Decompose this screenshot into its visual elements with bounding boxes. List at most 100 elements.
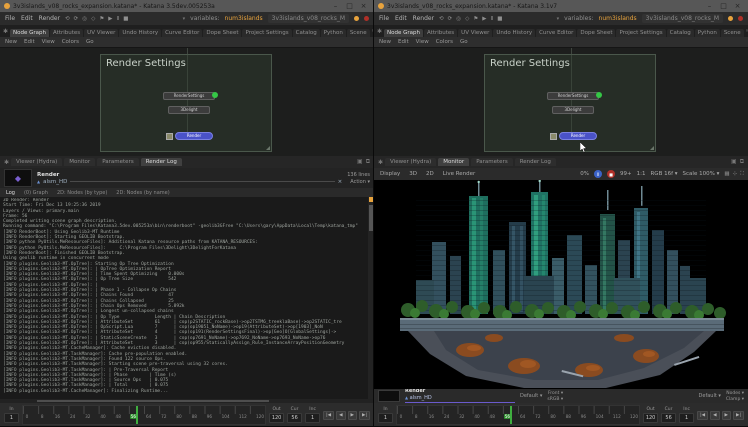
- variables-value[interactable]: num3islands: [599, 15, 637, 22]
- nodegraph-menu-item[interactable]: View: [42, 39, 55, 45]
- tab[interactable]: Node Graph: [384, 29, 423, 37]
- menu-item[interactable]: Render: [413, 15, 434, 22]
- in-frame-field[interactable]: 1: [378, 413, 393, 423]
- nodes-dropdown[interactable]: Nodes ▾: [726, 391, 744, 396]
- tab[interactable]: Project Settings: [616, 29, 665, 37]
- node-render-flag-icon[interactable]: [550, 133, 557, 140]
- close-button[interactable]: ×: [731, 1, 744, 12]
- toggle-3d-button[interactable]: 3D: [407, 171, 419, 177]
- node-3delight[interactable]: 3Delight: [552, 106, 594, 114]
- tab[interactable]: Attributes: [424, 29, 457, 37]
- frame-ruler[interactable]: 081624324048566472808896104112120: [22, 405, 266, 425]
- toolbar-icon[interactable]: ▶: [482, 16, 486, 22]
- display-dropdown[interactable]: Display: [378, 171, 402, 177]
- transport-button[interactable]: ▶|: [359, 411, 370, 420]
- file-tab[interactable]: 3v3islands_v08_rocks_M: [642, 14, 723, 23]
- toolbar-icon[interactable]: ▶: [108, 16, 112, 22]
- tab[interactable]: Project Settings: [242, 29, 291, 37]
- front-buffer-dropdown[interactable]: Front ▾: [547, 391, 563, 396]
- default-dropdown[interactable]: Default ▾: [520, 393, 542, 399]
- render-log-subtab[interactable]: 2D: Nodes (by type): [57, 190, 107, 196]
- minimize-button[interactable]: –: [329, 1, 342, 12]
- transport-button[interactable]: ◀: [336, 411, 345, 420]
- transport-button[interactable]: ▶: [348, 411, 357, 420]
- toolbar-icon[interactable]: ⟲: [439, 16, 444, 22]
- pane-options-icon[interactable]: ✱: [378, 159, 383, 166]
- menu-item[interactable]: File: [379, 15, 389, 22]
- pane-options-icon[interactable]: ✱: [4, 159, 9, 166]
- pause-render-icon[interactable]: Ⅱ: [594, 170, 602, 178]
- pin-pane-icon[interactable]: ▣: [357, 158, 363, 166]
- tab[interactable]: Undo History: [119, 29, 161, 37]
- nodegraph-menu-item[interactable]: Colors: [436, 39, 453, 45]
- pane-tab[interactable]: Render Log: [515, 158, 556, 166]
- nodegraph-menu-item[interactable]: Go: [86, 39, 94, 45]
- toolbar-icon[interactable]: ◎: [456, 16, 461, 22]
- toolbar-icon[interactable]: ⟲: [65, 16, 70, 22]
- increment-field[interactable]: 1: [679, 413, 694, 423]
- nodegraph-menu-item[interactable]: New: [379, 39, 391, 45]
- render-log-subtab[interactable]: Log: [6, 190, 15, 196]
- tab[interactable]: Catalog: [667, 29, 694, 37]
- viewed-node-indicator-icon[interactable]: [212, 92, 218, 98]
- render-pass-name[interactable]: alsm_HD: [43, 179, 67, 185]
- tab[interactable]: Node Graph: [10, 29, 49, 37]
- maximize-button[interactable]: □: [343, 1, 356, 12]
- compare-icon[interactable]: ▦: [724, 171, 729, 178]
- tab[interactable]: Curve Editor: [536, 29, 576, 37]
- tab[interactable]: Python: [695, 29, 720, 37]
- toolbar-icon[interactable]: ⚑: [99, 16, 104, 22]
- render-thumbnail[interactable]: ◆: [4, 169, 32, 187]
- nodegraph-canvas[interactable]: Render Settings RenderSettings 3Delight …: [374, 47, 748, 156]
- monitor-viewport[interactable]: [374, 180, 748, 389]
- node-render-flag-icon[interactable]: [166, 133, 173, 140]
- tab[interactable]: Curve Editor: [162, 29, 202, 37]
- transport-button[interactable]: ▶: [722, 411, 731, 420]
- nodegraph-menu-item[interactable]: New: [5, 39, 17, 45]
- live-render-button[interactable]: Live Render: [441, 171, 478, 177]
- variables-caret-icon[interactable]: ▾: [183, 16, 186, 22]
- nodegraph-canvas[interactable]: Render Settings RenderSettings 3Delight …: [0, 47, 374, 156]
- transport-button[interactable]: |◀: [323, 411, 334, 420]
- in-frame-field[interactable]: 1: [4, 413, 19, 423]
- current-frame-field[interactable]: 56: [661, 413, 676, 423]
- nodegraph-menu-item[interactable]: View: [416, 39, 429, 45]
- pane-tab[interactable]: Monitor: [438, 158, 469, 166]
- menu-item[interactable]: File: [5, 15, 15, 22]
- nodegraph-menu-item[interactable]: Go: [460, 39, 468, 45]
- menu-item[interactable]: Edit: [395, 15, 407, 22]
- action-dropdown[interactable]: Action ▾: [350, 179, 370, 185]
- scrollbar-thumb[interactable]: [369, 205, 373, 231]
- clamp-dropdown[interactable]: Clamp ▾: [726, 397, 744, 402]
- tab[interactable]: Scene: [347, 29, 370, 37]
- transport-button[interactable]: ▶|: [733, 411, 744, 420]
- file-tab[interactable]: 3v3islands_v08_rocks_M: [268, 14, 349, 23]
- toolbar-icon[interactable]: ◎: [82, 16, 87, 22]
- toolbar-icon[interactable]: ◇: [465, 16, 469, 22]
- playhead[interactable]: [136, 406, 138, 424]
- titlebar[interactable]: 3v3islands_v08_rocks_expansion.katana* -…: [0, 0, 374, 12]
- toolbar-icon[interactable]: ■: [123, 16, 128, 22]
- pane-tab[interactable]: Render Log: [141, 158, 182, 166]
- viewed-node-indicator-icon[interactable]: [596, 92, 602, 98]
- toolbar-icon[interactable]: ⚑: [473, 16, 478, 22]
- pane-tab[interactable]: Viewer (Hydra): [385, 158, 436, 166]
- toolbar-icon[interactable]: Ⅱ: [116, 16, 119, 22]
- maximize-button[interactable]: □: [717, 1, 730, 12]
- menu-item[interactable]: Render: [39, 15, 60, 22]
- node-rendersettings[interactable]: RenderSettings: [163, 92, 215, 100]
- scale-dropdown[interactable]: Scale 100% ▾: [683, 171, 720, 177]
- tab[interactable]: Attributes: [50, 29, 83, 37]
- tab[interactable]: UV Viewer: [84, 29, 118, 37]
- tab[interactable]: Dope Sheet: [203, 29, 241, 37]
- pin-pane-icon[interactable]: ▣: [731, 158, 737, 166]
- pane-tab[interactable]: Parameters: [97, 158, 138, 166]
- default-dropdown[interactable]: Default ▾: [699, 393, 721, 399]
- nodegraph-menu-item[interactable]: Edit: [24, 39, 35, 45]
- expand-icon[interactable]: ⛶: [740, 171, 744, 178]
- node-3delight[interactable]: 3Delight: [168, 106, 210, 114]
- tab[interactable]: Undo History: [493, 29, 535, 37]
- playhead[interactable]: [510, 406, 512, 424]
- out-frame-field[interactable]: 120: [269, 413, 284, 423]
- scroll-up-arrow[interactable]: [369, 197, 373, 202]
